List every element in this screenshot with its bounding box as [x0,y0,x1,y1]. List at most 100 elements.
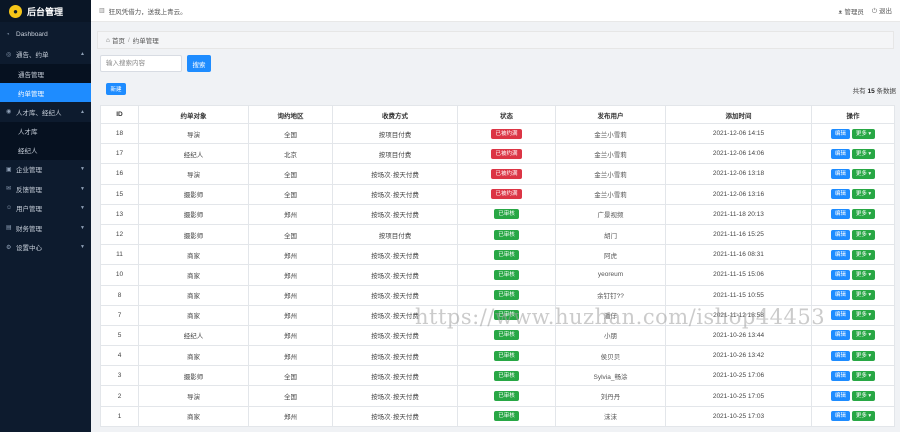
status-badge: 已审核 [494,269,519,280]
table-row: 3 摄影师 全国 按场次·按天付费 已审核 Sylvia_畅涂 2021-10-25 17:… [100,365,895,387]
search-button[interactable]: 搜索 [187,55,211,72]
table-row: 2 导演 全国 按场次·按天付费 已审核 刘丹丹 2021-10-25 17:05 编辑 更多 … [100,385,895,407]
more-label: 更多 [855,271,867,278]
status-badge: 已审核 [494,310,519,321]
sidebar-subitem[interactable]: 约单管理 [0,83,91,102]
cell-status: 已审核 [457,324,556,347]
column-header: 添加时间 [665,105,812,124]
more-label: 更多 [855,211,867,218]
sidebar-subitem[interactable]: 人才库 [0,122,91,141]
search-input[interactable] [100,55,182,72]
new-button[interactable]: 新建 [106,83,126,95]
sidebar-item-label: 人才库、经纪人 [16,109,62,117]
status-badge: 已被约满 [491,189,522,200]
edit-button[interactable]: 编辑 [830,330,850,341]
more-dropdown-button[interactable]: 更多 ▾ [851,290,876,301]
cell-target: 经纪人 [138,143,249,165]
cell-fee: 按场次·按天付费 [332,264,458,286]
cell-region: 郑州 [248,304,333,326]
edit-button[interactable]: 编辑 [830,411,850,422]
admin-menu[interactable]: ᴥ 管理员 [838,6,863,16]
edit-button[interactable]: 编辑 [830,189,850,200]
sidebar-item-0[interactable]: ◔ Dashboard [0,25,91,45]
edit-button[interactable]: 编辑 [830,229,850,240]
logout-button[interactable]: ⏻ 退出 [872,5,892,16]
status-badge: 已审核 [494,411,519,422]
edit-button[interactable]: 编辑 [830,290,850,301]
edit-button[interactable]: 编辑 [830,370,850,381]
cell-id: 1 [100,405,139,427]
sidebar-item-1[interactable]: ◎ 通告、约单 ▲ [0,45,91,65]
cell-id: 17 [100,143,139,165]
cell-time: 2021-10-25 17:06 [665,365,812,387]
more-dropdown-button[interactable]: 更多 ▾ [851,229,876,240]
cell-user: 小朋 [555,324,666,347]
cell-status: 已审核 [457,203,556,225]
more-dropdown-button[interactable]: 更多 ▾ [851,128,876,139]
more-dropdown-button[interactable]: 更多 ▾ [851,189,876,200]
table-row: 1 商家 郑州 按场次·按天付费 已审核 沫沫 2021-10-25 17:03 编辑 更多 ▾ [100,405,895,427]
cell-region: 郑州 [248,264,333,286]
status-badge: 已被约满 [491,148,522,159]
more-dropdown-button[interactable]: 更多 ▾ [851,249,876,260]
sidebar-item-6[interactable]: ▤ 财务管理 ▼ [0,218,91,238]
column-header: 发布用户 [555,105,666,124]
sidebar-subitem[interactable]: 通告管理 [0,64,91,83]
edit-button[interactable]: 编辑 [830,249,850,260]
cell-time: 2021-12-06 14:15 [665,122,812,145]
cell-id: 12 [100,223,139,246]
breadcrumb-home[interactable]: 首页 [112,35,125,45]
cell-fee: 按场次·按天付费 [332,324,458,347]
more-dropdown-button[interactable]: 更多 ▾ [851,370,876,381]
more-dropdown-button[interactable]: 更多 ▾ [851,168,876,179]
cell-user: 金兰小雪莉 [555,183,666,205]
caret-down-icon: ▾ [866,170,872,177]
cell-target: 商家 [138,244,249,266]
edit-button[interactable]: 编辑 [830,148,850,159]
power-icon: ⏻ [871,8,877,15]
cell-fee: 按场次·按天付费 [332,163,458,185]
more-label: 更多 [855,312,867,319]
cell-id: 18 [100,122,139,145]
sidebar-submenu: 人才库 经纪人 [0,121,91,160]
more-dropdown-button[interactable]: 更多 ▾ [851,269,876,280]
sidebar-item-5[interactable]: ☺ 用户管理 ▼ [0,199,91,219]
table-row: 5 经纪人 郑州 按场次·按天付费 已审核 小朋 2021-10-26 13:44 编辑 更多 … [100,324,895,347]
status-badge: 已审核 [494,330,519,341]
table-header: ID 约单对象 询约地区 收费方式 状态 发布用户 添加时间 操作 [100,105,895,124]
more-dropdown-button[interactable]: 更多 ▾ [851,209,876,220]
building-icon: ▣ [6,166,12,173]
edit-button[interactable]: 编辑 [830,391,850,402]
more-dropdown-button[interactable]: 更多 ▾ [851,391,876,402]
sidebar-item-7[interactable]: ⚙ 设置中心 ▼ [0,238,91,258]
more-dropdown-button[interactable]: 更多 ▾ [851,411,876,422]
cell-target: 商家 [138,264,249,286]
sidebar-item-label: 通告、约单 [16,52,49,60]
edit-button[interactable]: 编辑 [830,310,850,321]
caret-down-icon: ▾ [866,130,872,137]
more-dropdown-button[interactable]: 更多 ▾ [851,330,876,341]
more-dropdown-button[interactable]: 更多 ▾ [851,310,876,321]
cell-status: 已审核 [457,365,556,387]
cell-time: 2021-10-25 17:05 [665,385,812,407]
sidebar-item-3[interactable]: ▣ 企业管理 ▼ [0,160,91,180]
edit-button[interactable]: 编辑 [830,209,850,220]
status-badge: 已被约满 [491,128,522,139]
sidebar-item-2[interactable]: ◉ 人才库、经纪人 ▲ [0,102,91,122]
status-badge: 已审核 [494,209,519,220]
top-header: ▥ 狂风凭借力，送我上青云。 ᴥ 管理员 ⏻ 退出 [91,0,900,22]
more-dropdown-button[interactable]: 更多 ▾ [851,350,876,361]
gear-icon: ⚙ [6,244,12,251]
edit-button[interactable]: 编辑 [830,128,850,139]
status-badge: 已审核 [494,290,519,301]
sidebar-item-4[interactable]: ✉ 反馈管理 ▼ [0,179,91,199]
more-dropdown-button[interactable]: 更多 ▾ [851,148,876,159]
edit-button[interactable]: 编辑 [830,168,850,179]
sidebar-subitem[interactable]: 经纪人 [0,141,91,160]
cell-id: 10 [100,264,139,286]
edit-button[interactable]: 编辑 [830,350,850,361]
edit-button[interactable]: 编辑 [830,269,850,280]
status-badge: 已审核 [494,229,519,240]
brand[interactable]: ● 后台管理 [0,0,91,22]
cell-target: 摄影师 [138,183,249,205]
